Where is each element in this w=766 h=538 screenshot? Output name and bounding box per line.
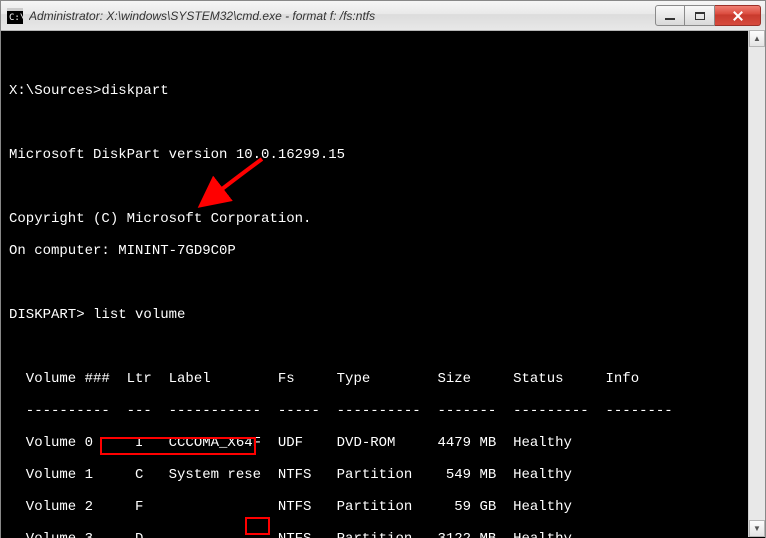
console-output[interactable]: X:\Sources>diskpart Microsoft DiskPart v… — [1, 31, 765, 538]
blank-line — [9, 51, 757, 67]
close-button[interactable] — [715, 5, 761, 26]
cmd-icon: C:\ — [7, 8, 23, 24]
blank-line — [9, 115, 757, 131]
command-text: diskpart — [101, 83, 168, 99]
prompt: X:\Sources> — [9, 83, 101, 99]
table-header: Volume ### Ltr Label Fs Type Size Status… — [9, 371, 757, 387]
blank-line — [9, 179, 757, 195]
window-title: Administrator: X:\windows\SYSTEM32\cmd.e… — [29, 9, 655, 23]
table-divider: ---------- --- ----------- ----- -------… — [9, 403, 757, 419]
command-text: list volume — [93, 307, 185, 323]
vertical-scrollbar[interactable]: ▲ ▼ — [748, 30, 765, 537]
table-row: Volume 0 I CCCOMA_X64F UDF DVD-ROM 4479 … — [9, 435, 757, 451]
console-line: Copyright (C) Microsoft Corporation. — [9, 211, 757, 227]
blank-line — [9, 275, 757, 291]
scroll-down-button[interactable]: ▼ — [749, 520, 765, 537]
console-line: Microsoft DiskPart version 10.0.16299.15 — [9, 147, 757, 163]
table-row: Volume 1 C System rese NTFS Partition 54… — [9, 467, 757, 483]
table-row: Volume 3 D NTFS Partition 3122 MB Health… — [9, 531, 757, 538]
scrollbar-track[interactable] — [749, 47, 765, 520]
window-controls — [655, 5, 761, 26]
scroll-up-button[interactable]: ▲ — [749, 30, 765, 47]
diskpart-prompt: DISKPART> — [9, 307, 93, 323]
console-line: X:\Sources>diskpart — [9, 83, 757, 99]
maximize-button[interactable] — [685, 5, 715, 26]
minimize-button[interactable] — [655, 5, 685, 26]
table-row: Volume 2 F NTFS Partition 59 GB Healthy — [9, 499, 757, 515]
window-titlebar: C:\ Administrator: X:\windows\SYSTEM32\c… — [1, 1, 765, 31]
console-line: On computer: MININT-7GD9C0P — [9, 243, 757, 259]
svg-text:C:\: C:\ — [9, 13, 23, 23]
blank-line — [9, 339, 757, 355]
console-line: DISKPART> list volume — [9, 307, 757, 323]
